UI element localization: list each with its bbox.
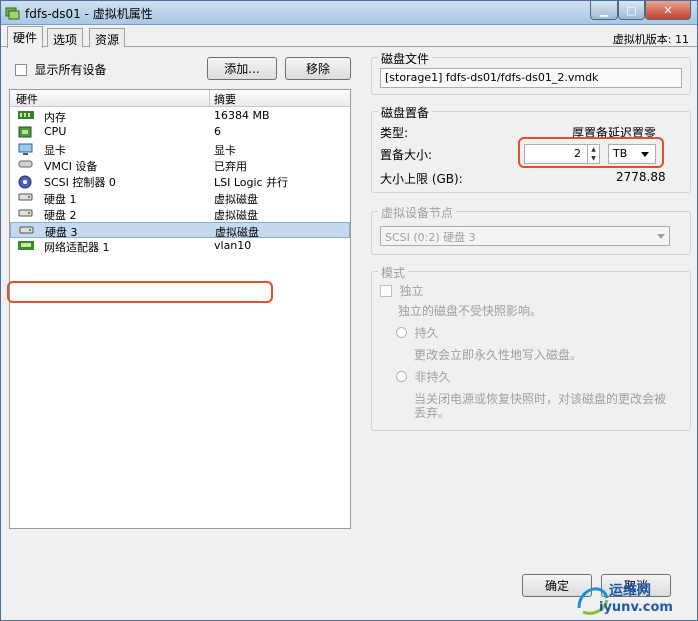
- minimize-icon: ▁: [599, 3, 609, 17]
- scsi-controller-icon: [18, 175, 32, 189]
- column-divider[interactable]: [209, 90, 210, 106]
- title-bar[interactable]: fdfs-ds01 - 虚拟机属性 ▁ □ ✕: [1, 1, 697, 25]
- independent-checkbox[interactable]: [380, 284, 392, 297]
- hardware-pane: 显示所有设备 添加... 移除 硬件 摘要 内存 16384 MB CPU 6 显卡 显卡…: [7, 51, 359, 571]
- independent-option[interactable]: 独立: [380, 282, 424, 299]
- column-hardware[interactable]: 硬件: [16, 91, 38, 107]
- independent-label: 独立: [399, 284, 424, 298]
- hardware-summary: 16384 MB: [214, 109, 270, 122]
- hardware-summary: 显卡: [214, 143, 236, 157]
- show-all-checkbox[interactable]: [15, 63, 27, 76]
- vm-version: 虚拟机版本: 11: [612, 33, 689, 46]
- maximize-icon: □: [626, 3, 637, 17]
- mode-group: 模式 独立 独立的磁盘不受快照影响。 持久 更改会立即永久性地写入磁盘。 非持久…: [371, 264, 691, 431]
- disk-file-title: 磁盘文件: [378, 50, 433, 67]
- device-node-group: 虚拟设备节点 SCSI (0:2) 硬盘 3: [371, 204, 691, 255]
- maximize-button[interactable]: □: [618, 1, 645, 20]
- column-summary[interactable]: 摘要: [214, 91, 236, 107]
- hardware-row[interactable]: 硬盘 1 虚拟磁盘: [10, 190, 350, 206]
- hardware-list: 硬件 摘要 内存 16384 MB CPU 6 显卡 显卡 VMCI 设备 已弃用 SCSI 控…: [9, 89, 351, 529]
- nonpersistent-desc-1: 当关闭电源或恢复快照时，对该磁盘的更改会被: [414, 392, 667, 406]
- hardware-name: 显卡: [44, 143, 66, 157]
- persistent-label: 持久: [414, 326, 439, 340]
- hardware-summary: 已弃用: [214, 159, 247, 173]
- disk-file-group: 磁盘文件 [storage1] fdfs-ds01/fdfs-ds01_2.vm…: [371, 50, 691, 95]
- window-title: fdfs-ds01 - 虚拟机属性: [25, 7, 153, 21]
- nonpersistent-label: 非持久: [414, 370, 451, 384]
- hardware-row[interactable]: SCSI 控制器 0 LSI Logic 并行: [10, 173, 350, 189]
- hardware-name: VMCI 设备: [44, 159, 98, 173]
- persistent-option[interactable]: 持久: [396, 324, 439, 341]
- list-header: 硬件 摘要: [10, 90, 350, 107]
- device-node-dropdown-icon[interactable]: [657, 234, 665, 239]
- network-adapter-icon: [18, 240, 34, 251]
- provisioning-title: 磁盘置备: [378, 104, 433, 121]
- hardware-summary: 虚拟磁盘: [214, 208, 258, 222]
- device-node-title: 虚拟设备节点: [378, 204, 457, 221]
- device-node-value: SCSI (0:2) 硬盘 3: [385, 231, 476, 244]
- minimize-button[interactable]: ▁: [590, 1, 618, 20]
- persistent-radio[interactable]: [396, 327, 407, 338]
- watermark-line1: 运维网: [609, 583, 651, 599]
- tab-resources[interactable]: 资源: [89, 28, 126, 47]
- hardware-row[interactable]: VMCI 设备 已弃用: [10, 157, 350, 173]
- hard-disk-icon: [19, 225, 34, 236]
- size-highlight: [518, 137, 664, 168]
- tab-hardware[interactable]: 硬件: [7, 26, 44, 48]
- mode-title: 模式: [378, 264, 409, 281]
- hard-disk-icon: [18, 192, 33, 203]
- hardware-name: 内存: [44, 111, 66, 124]
- hardware-name: SCSI 控制器 0: [44, 176, 116, 190]
- vmci-icon: [18, 159, 33, 170]
- nonpersistent-radio[interactable]: [396, 371, 407, 382]
- hardware-row[interactable]: 硬盘 3 虚拟磁盘: [10, 222, 350, 239]
- independent-desc: 独立的磁盘不受快照影响。: [398, 304, 543, 318]
- memory-icon: [18, 110, 34, 121]
- hardware-name: 硬盘 1: [44, 192, 77, 206]
- size-label: 置备大小:: [380, 148, 433, 162]
- hardware-row[interactable]: 硬盘 2 虚拟磁盘: [10, 206, 350, 222]
- tab-bar: 硬件 选项 资源 虚拟机版本: 11: [1, 25, 697, 48]
- nonpersistent-option[interactable]: 非持久: [396, 368, 451, 385]
- hardware-row[interactable]: CPU 6: [10, 124, 350, 140]
- display-icon: [18, 143, 33, 155]
- nonpersistent-desc-2: 丢弃。: [414, 406, 451, 420]
- hardware-summary: vlan10: [214, 239, 252, 253]
- close-button[interactable]: ✕: [645, 1, 691, 20]
- max-size-label: 大小上限 (GB):: [380, 172, 463, 186]
- hardware-summary: 6: [214, 125, 221, 139]
- vm-properties-window: fdfs-ds01 - 虚拟机属性 ▁ □ ✕ 硬件 选项 资源 虚拟机版本: …: [0, 0, 698, 621]
- hardware-row[interactable]: 显卡 显卡: [10, 141, 350, 157]
- max-size-value: 2778.88: [616, 170, 666, 184]
- add-button[interactable]: 添加...: [207, 57, 277, 80]
- tab-options[interactable]: 选项: [47, 28, 84, 47]
- hardware-summary: 虚拟磁盘: [214, 192, 258, 206]
- hardware-row[interactable]: 内存 16384 MB: [10, 108, 350, 124]
- site-watermark: 运维网 iyunv.com: [573, 578, 693, 618]
- disk-file-path: [storage1] fdfs-ds01/fdfs-ds01_2.vmdk: [380, 68, 682, 88]
- type-label: 类型:: [380, 126, 409, 140]
- hardware-name: 网络适配器 1: [44, 241, 110, 255]
- hardware-name: 硬盘 2: [44, 208, 77, 222]
- persistent-desc: 更改会立即永久性地写入磁盘。: [414, 348, 583, 362]
- disk3-highlight: [7, 281, 273, 303]
- watermark-line2: iyunv.com: [599, 600, 673, 615]
- vm-icon: [5, 7, 20, 20]
- show-all-label: 显示所有设备: [34, 63, 107, 77]
- cpu-icon: [18, 126, 32, 138]
- hardware-name: CPU: [44, 125, 67, 139]
- show-all-devices[interactable]: 显示所有设备: [15, 61, 107, 78]
- close-icon: ✕: [663, 3, 673, 17]
- hard-disk-icon: [18, 208, 33, 219]
- device-node-select[interactable]: SCSI (0:2) 硬盘 3: [380, 226, 670, 246]
- hardware-summary: LSI Logic 并行: [214, 176, 289, 190]
- remove-button[interactable]: 移除: [285, 57, 351, 80]
- hardware-row[interactable]: 网络适配器 1 vlan10: [10, 238, 350, 254]
- disk-provisioning-group: 磁盘置备 类型: 厚置备延迟置零 置备大小: 2 ▲ ▼ TB 大小上限 (GB…: [371, 104, 691, 193]
